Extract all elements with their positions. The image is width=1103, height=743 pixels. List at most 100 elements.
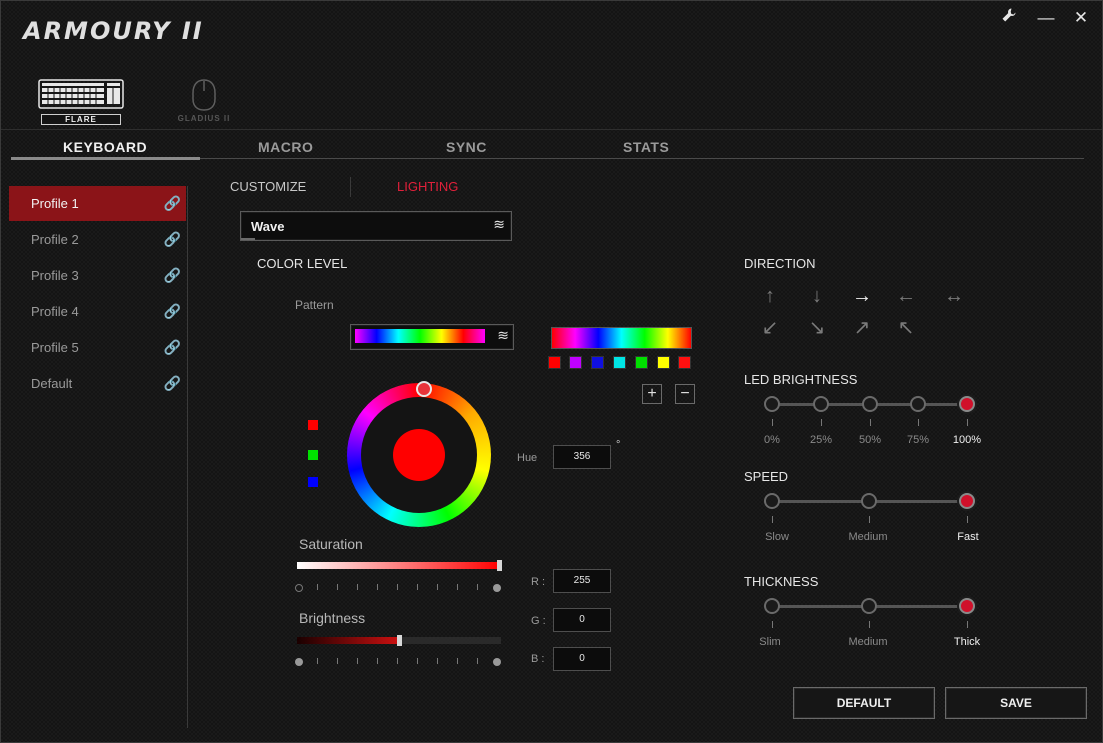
double-chevron-down-icon: ≋ (497, 327, 509, 343)
profile-item-5[interactable]: Profile 5 🔗 (9, 330, 186, 365)
profile-item-3[interactable]: Profile 3 🔗 (9, 258, 186, 293)
device-gladius[interactable]: GLADIUS II (159, 79, 249, 123)
speed-label: Slow (765, 531, 789, 543)
link-icon[interactable]: 🔗 (164, 222, 181, 257)
link-icon[interactable]: 🔗 (164, 294, 181, 329)
link-icon[interactable]: 🔗 (164, 186, 181, 221)
speed-label: Medium (848, 531, 888, 543)
profile-item-default[interactable]: Default 🔗 (9, 366, 186, 401)
color-stop[interactable] (678, 356, 691, 369)
device-label: FLARE (41, 114, 121, 125)
saturation-handle[interactable] (497, 560, 502, 571)
color-stop[interactable] (613, 356, 626, 369)
arrow-right-icon[interactable]: → (849, 283, 875, 309)
sidebar-divider (187, 186, 188, 728)
thickness-label: Thick (953, 636, 981, 648)
profile-item-2[interactable]: Profile 2 🔗 (9, 222, 186, 257)
arrow-up-right-icon[interactable]: ↗ (849, 315, 875, 341)
link-icon[interactable]: 🔗 (164, 366, 181, 401)
color-stop[interactable] (569, 356, 582, 369)
led-brightness-node[interactable] (862, 396, 878, 412)
tab-lighting[interactable]: LIGHTING (397, 179, 458, 194)
tick-end (493, 658, 501, 666)
remove-stop-button[interactable]: − (675, 384, 695, 404)
color-stop[interactable] (548, 356, 561, 369)
save-button[interactable]: SAVE (945, 687, 1087, 719)
thickness-node[interactable] (861, 598, 877, 614)
active-tab-indicator (11, 157, 200, 160)
default-button[interactable]: DEFAULT (793, 687, 935, 719)
speed-node[interactable] (959, 493, 975, 509)
r-input[interactable]: 255 (553, 569, 611, 593)
hue-handle[interactable] (416, 381, 432, 397)
tab-macro[interactable]: MACRO (258, 139, 313, 155)
arrow-left-icon[interactable]: ← (893, 283, 919, 309)
arrow-down-icon[interactable]: ↓ (804, 283, 830, 309)
speed-node[interactable] (764, 493, 780, 509)
thickness-node[interactable] (959, 598, 975, 614)
led-brightness-node[interactable] (910, 396, 926, 412)
wrench-icon[interactable] (996, 7, 1022, 29)
pattern-gradient-preview (355, 329, 485, 343)
color-stop[interactable] (635, 356, 648, 369)
g-label: G : (531, 615, 546, 627)
device-flare[interactable]: FLARE (36, 79, 126, 125)
profile-item-1[interactable]: Profile 1 🔗 (9, 186, 186, 221)
hue-label: Hue (517, 452, 538, 464)
brightness-handle[interactable] (397, 635, 402, 646)
color-stop[interactable] (591, 356, 604, 369)
thickness-node[interactable] (764, 598, 780, 614)
led-brightness-node[interactable] (813, 396, 829, 412)
speed-label: Fast (957, 531, 979, 543)
color-level-title: COLOR LEVEL (257, 256, 348, 271)
tab-stats[interactable]: STATS (623, 139, 669, 155)
preset-swatch[interactable] (308, 420, 318, 430)
led-brightness-node[interactable] (764, 396, 780, 412)
color-stop[interactable] (657, 356, 670, 369)
effect-dropdown-value: Wave (251, 219, 285, 234)
b-input[interactable]: 0 (553, 647, 611, 671)
app-logo: ARMOURY II (23, 17, 204, 45)
saturation-slider[interactable] (297, 560, 502, 571)
minimize-button[interactable]: — (1033, 7, 1059, 29)
hue-input[interactable]: 356 (553, 445, 611, 469)
color-gradient-bar[interactable] (551, 327, 692, 349)
arrow-up-icon[interactable]: ↑ (757, 283, 783, 309)
profile-label: Profile 4 (31, 304, 79, 319)
hue-wheel[interactable] (347, 381, 491, 527)
tick-start (295, 584, 303, 592)
close-button[interactable]: ✕ (1068, 7, 1094, 29)
dropdown-corner (241, 238, 255, 240)
arrow-down-right-icon[interactable]: ↘ (804, 315, 830, 341)
preset-swatch[interactable] (308, 450, 318, 460)
effect-dropdown[interactable]: Wave ≋ (240, 211, 512, 241)
led-brightness-title: LED BRIGHTNESS (744, 372, 858, 387)
arrow-down-left-icon[interactable]: ↙ (757, 315, 783, 341)
profile-label: Profile 3 (31, 268, 79, 283)
keyboard-icon (38, 79, 124, 109)
link-icon[interactable]: 🔗 (164, 258, 181, 293)
thickness-title: THICKNESS (744, 574, 819, 589)
armoury-window: ARMOURY II — ✕ FLARE GLADIUS II KEYBOARD… (0, 0, 1103, 743)
tick-start (295, 658, 303, 666)
g-input[interactable]: 0 (553, 608, 611, 632)
arrow-up-left-icon[interactable]: ↖ (893, 315, 919, 341)
pattern-dropdown[interactable]: ≋ (350, 324, 514, 350)
led-brightness-node[interactable] (959, 396, 975, 412)
link-icon[interactable]: 🔗 (164, 330, 181, 365)
color-preview (393, 429, 445, 481)
preset-swatch[interactable] (308, 477, 318, 487)
tab-sync[interactable]: SYNC (446, 139, 487, 155)
tab-keyboard[interactable]: KEYBOARD (63, 139, 147, 155)
direction-title: DIRECTION (744, 256, 816, 271)
r-label: R : (531, 576, 546, 588)
brightness-slider[interactable] (297, 635, 501, 646)
add-stop-button[interactable]: + (642, 384, 662, 404)
arrow-horizontal-icon[interactable]: ↔ (941, 283, 967, 309)
color-stops (548, 349, 694, 373)
double-chevron-down-icon: ≋ (493, 216, 505, 232)
profile-item-4[interactable]: Profile 4 🔗 (9, 294, 186, 329)
brightness-fill (297, 637, 399, 644)
tab-customize[interactable]: CUSTOMIZE (230, 179, 306, 194)
speed-node[interactable] (861, 493, 877, 509)
